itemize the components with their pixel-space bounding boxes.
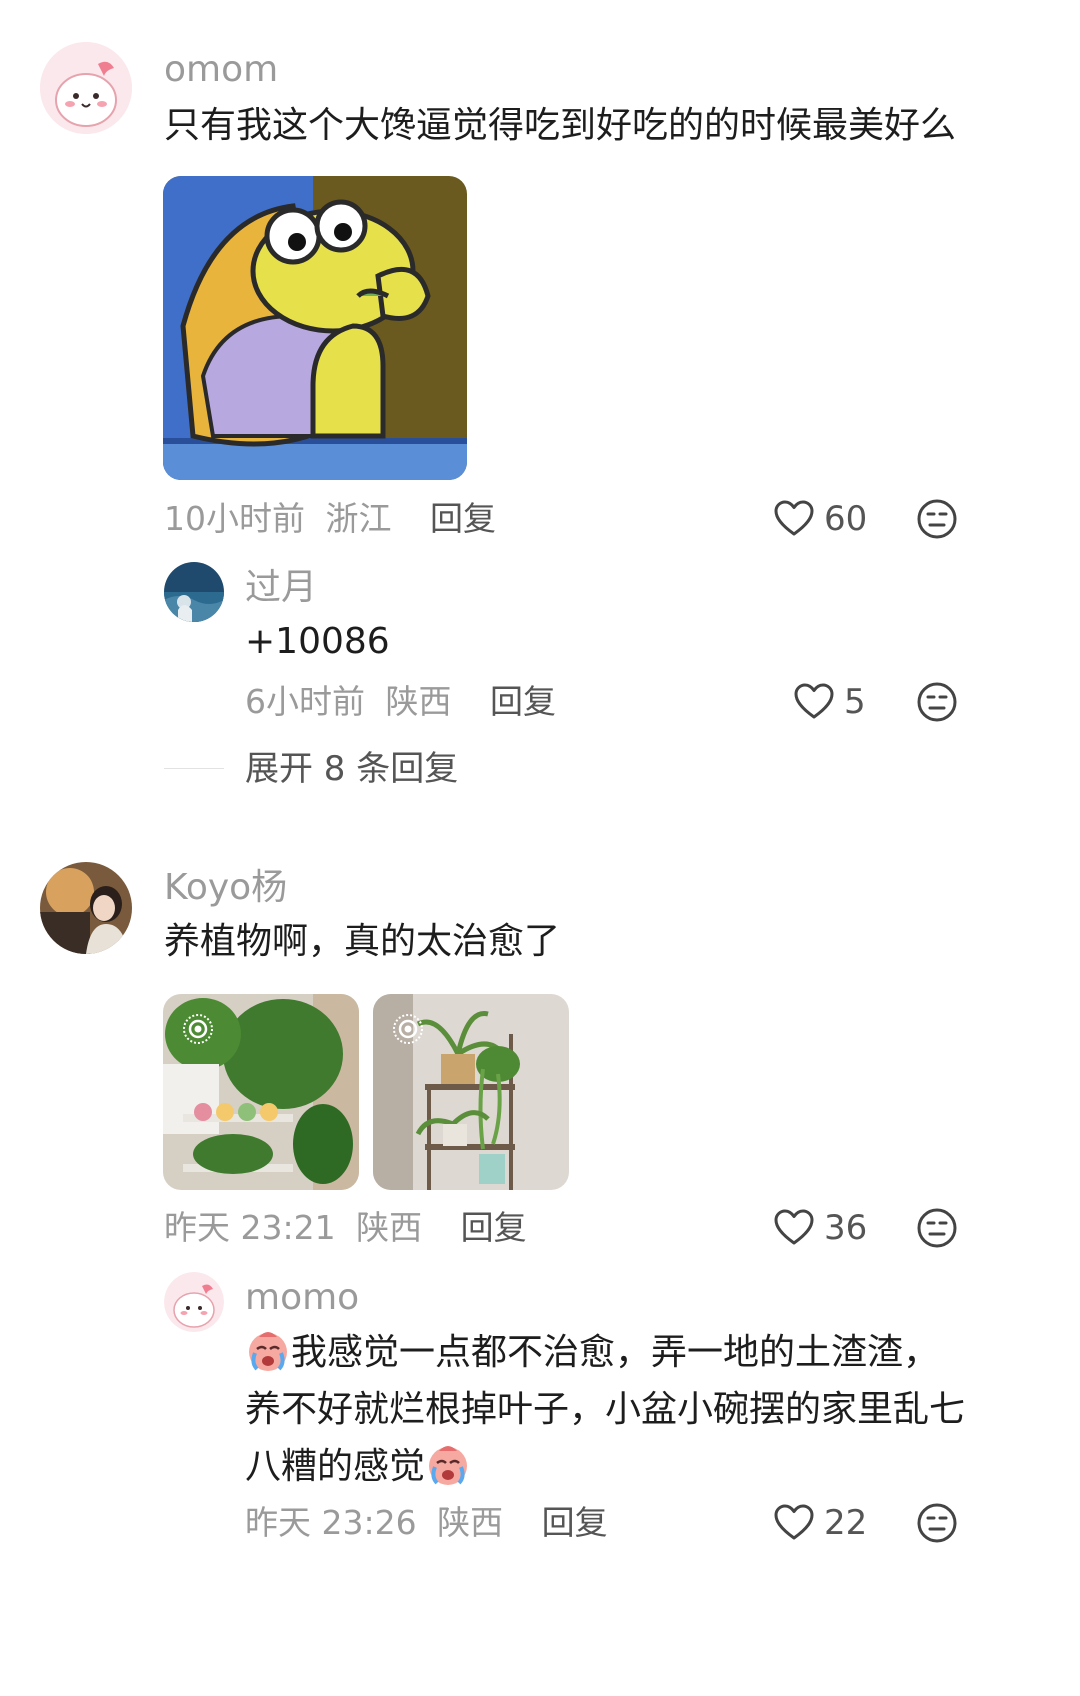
- comment-image-plants-2[interactable]: [373, 994, 569, 1190]
- comment-meta: 10小时前 浙江 回复: [164, 502, 496, 535]
- reply-time: 6小时前: [245, 682, 365, 721]
- comment-text: 养植物啊，真的太治愈了: [164, 921, 561, 962]
- reaction-button[interactable]: [916, 1502, 958, 1544]
- reply-button[interactable]: 回复: [430, 499, 496, 538]
- comment-username[interactable]: omom: [164, 52, 278, 88]
- comment-username[interactable]: Koyo杨: [164, 870, 287, 906]
- avatar-illustration: [164, 1272, 224, 1332]
- meh-face-icon: [917, 682, 957, 722]
- meh-face-icon: [917, 499, 957, 539]
- reply-text-line: 八糟的感觉: [245, 1438, 965, 1495]
- avatar-illustration: [40, 42, 132, 134]
- reply-meta: 昨天 23:26 陕西 回复: [245, 1506, 608, 1539]
- reply-location: 陕西: [385, 682, 452, 721]
- heart-icon: [794, 683, 834, 719]
- heart-icon: [774, 1504, 814, 1540]
- reply-avatar[interactable]: [164, 1272, 224, 1332]
- live-photo-icon: [393, 1014, 423, 1044]
- reply-username[interactable]: momo: [245, 1280, 359, 1316]
- reply-avatar[interactable]: [164, 562, 224, 622]
- reply-button[interactable]: 回复: [490, 682, 556, 721]
- reply-text: +10086: [245, 621, 390, 662]
- like-button[interactable]: 36: [774, 1209, 867, 1247]
- comment-location: 浙江: [325, 499, 392, 538]
- expand-divider: [164, 768, 224, 769]
- reply-time: 昨天 23:26: [245, 1503, 417, 1542]
- reply-text-segment: 养不好就烂根掉叶子，小盆小碗摆的家里乱七: [245, 1389, 966, 1430]
- crying-emoji-icon: [249, 1332, 287, 1371]
- live-photo-icon: [183, 1014, 213, 1044]
- avatar[interactable]: [40, 42, 132, 134]
- reply-meta: 6小时前 陕西 回复: [245, 685, 556, 718]
- like-count: 5: [844, 682, 866, 722]
- comment-time: 10小时前: [164, 499, 305, 538]
- reply-text-segment: 八糟的感觉: [245, 1446, 426, 1487]
- like-count: 60: [824, 499, 868, 539]
- reply-username[interactable]: 过月: [245, 570, 317, 606]
- like-button[interactable]: 22: [774, 1504, 867, 1542]
- comment-time: 昨天 23:21: [164, 1208, 336, 1247]
- comment-image-plants-1[interactable]: [163, 994, 359, 1190]
- reply-text-line: 我感觉一点都不治愈，弄一地的土渣渣，: [245, 1324, 965, 1381]
- reaction-button[interactable]: [916, 498, 958, 540]
- reply-text: 我感觉一点都不治愈，弄一地的土渣渣， 养不好就烂根掉叶子，小盆小碗摆的家里乱七 …: [245, 1324, 965, 1495]
- heart-icon: [774, 1209, 814, 1245]
- avatar-photo: [164, 562, 224, 622]
- crying-emoji-icon: [429, 1446, 468, 1485]
- like-button[interactable]: 5: [794, 683, 866, 721]
- reaction-button[interactable]: [916, 681, 958, 723]
- like-button[interactable]: 60: [774, 500, 867, 538]
- reply-button[interactable]: 回复: [461, 1208, 527, 1247]
- comment-image-sticker[interactable]: [163, 176, 467, 480]
- like-count: 36: [824, 1208, 868, 1248]
- fish-sticker-image: [163, 176, 467, 480]
- reply-location: 陕西: [437, 1503, 504, 1542]
- meh-face-icon: [917, 1208, 957, 1248]
- like-count: 22: [824, 1503, 868, 1543]
- comment-meta: 昨天 23:21 陕西 回复: [164, 1211, 527, 1244]
- avatar[interactable]: [40, 862, 132, 954]
- reply-text-segment: 我感觉一点都不治愈，弄一地的土渣渣，: [291, 1332, 940, 1373]
- reply-text-line: 养不好就烂根掉叶子，小盆小碗摆的家里乱七: [245, 1381, 965, 1438]
- heart-icon: [774, 500, 814, 536]
- comment-text: 只有我这个大馋逼觉得吃到好吃的的时候最美好么: [164, 105, 957, 146]
- reaction-button[interactable]: [916, 1207, 958, 1249]
- comment-location: 陕西: [356, 1208, 423, 1247]
- expand-replies-button[interactable]: 展开 8 条回复: [245, 752, 458, 786]
- meh-face-icon: [917, 1503, 957, 1543]
- avatar-photo: [40, 862, 132, 954]
- reply-button[interactable]: 回复: [542, 1503, 608, 1542]
